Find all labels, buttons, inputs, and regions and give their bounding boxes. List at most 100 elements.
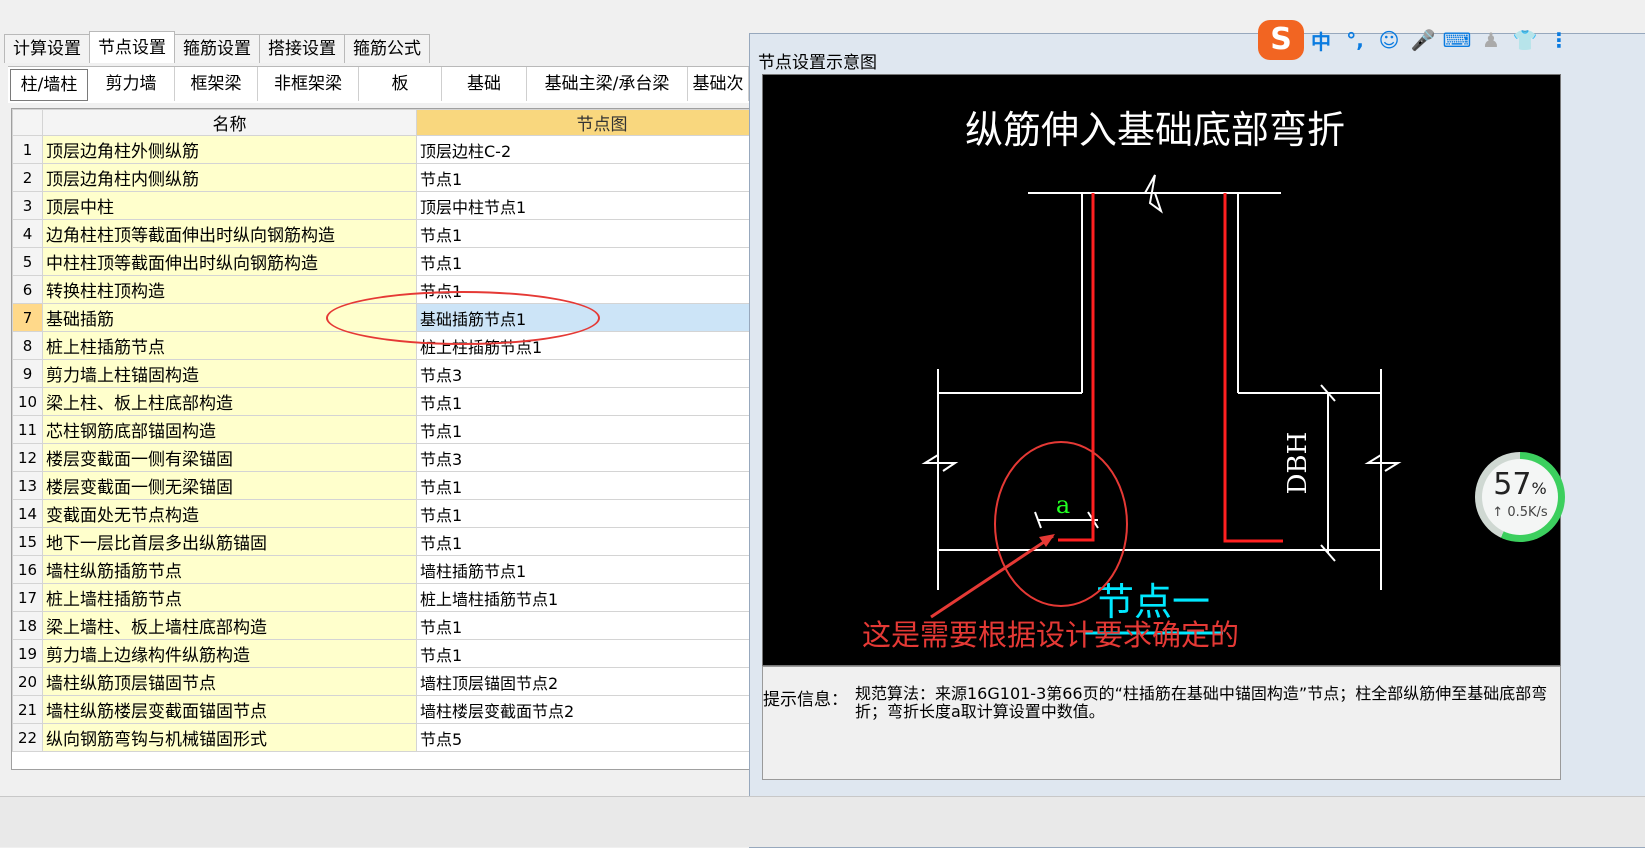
- row-number: 14: [12, 499, 43, 528]
- speed-percent: 57: [1493, 467, 1532, 502]
- table-row[interactable]: 16 墙柱纵筋插筋节点 墙柱插筋节点1: [12, 555, 787, 584]
- table-row[interactable]: 18 梁上墙柱、板上墙柱底部构造 节点1: [12, 611, 787, 640]
- row-node-cell[interactable]: 墙柱插筋节点1: [416, 555, 787, 584]
- row-name-cell: 转换柱柱顶构造: [42, 275, 417, 304]
- row-node-cell[interactable]: 节点1: [416, 611, 787, 640]
- table-row[interactable]: 9 剪力墙上柱锚固构造 节点3: [12, 359, 787, 388]
- row-node-cell[interactable]: 墙柱楼层变截面节点2: [416, 695, 787, 724]
- row-name-cell: 边角柱柱顶等截面伸出时纵向钢筋构造: [42, 219, 417, 248]
- row-node-cell[interactable]: 顶层边柱C-2: [416, 135, 787, 164]
- chinese-mode-icon[interactable]: 中: [1304, 26, 1338, 55]
- tab-slab[interactable]: 板: [359, 67, 442, 101]
- table-row[interactable]: 11 芯柱钢筋底部锚固构造 节点1: [12, 415, 787, 444]
- tab-calc-settings[interactable]: 计算设置: [4, 34, 90, 63]
- network-speed-widget[interactable]: 57% ↑ 0.5K/s: [1475, 452, 1565, 542]
- microphone-icon[interactable]: 🎤: [1406, 28, 1440, 52]
- tab-foundation-secondary[interactable]: 基础次: [688, 67, 749, 101]
- row-name-cell: 墙柱纵筋顶层锚固节点: [42, 667, 417, 696]
- row-node-cell[interactable]: 节点1: [416, 219, 787, 248]
- row-node-cell[interactable]: 节点3: [416, 359, 787, 388]
- hint-label: 提示信息：: [763, 690, 848, 710]
- row-number: 1: [12, 135, 43, 164]
- table-row[interactable]: 7 基础插筋 基础插筋节点1: [12, 303, 787, 332]
- punctuation-icon[interactable]: °,: [1338, 28, 1372, 52]
- row-number: 13: [12, 471, 43, 500]
- row-node-cell[interactable]: 节点5: [416, 723, 787, 752]
- table-row[interactable]: 20 墙柱纵筋顶层锚固节点 墙柱顶层锚固节点2: [12, 667, 787, 696]
- row-name-cell: 纵向钢筋弯钩与机械锚固形式: [42, 723, 417, 752]
- tab-foundation-main-beam[interactable]: 基础主梁/承台梁: [527, 67, 688, 101]
- tab-frame-beam[interactable]: 框架梁: [175, 67, 258, 101]
- row-node-cell[interactable]: 节点1: [416, 471, 787, 500]
- row-node-cell[interactable]: 节点1: [416, 247, 787, 276]
- row-name-cell: 剪力墙上边缘构件纵筋构造: [42, 639, 417, 668]
- tab-shear-wall[interactable]: 剪力墙: [88, 67, 175, 101]
- tab-lap-settings[interactable]: 搭接设置: [259, 34, 345, 63]
- keyboard-icon[interactable]: ⌨: [1440, 28, 1474, 52]
- row-name-cell: 墙柱纵筋插筋节点: [42, 555, 417, 584]
- table-row[interactable]: 12 楼层变截面一侧有梁锚固 节点3: [12, 443, 787, 472]
- row-node-cell[interactable]: 节点1: [416, 527, 787, 556]
- menu-icon[interactable]: ⋮: [1542, 28, 1576, 52]
- top-tab-bar: 计算设置 节点设置 箍筋设置 搭接设置 箍筋公式: [4, 31, 430, 64]
- table-row[interactable]: 22 纵向钢筋弯钩与机械锚固形式 节点5: [12, 723, 787, 752]
- row-number: 22: [12, 723, 43, 752]
- tab-column[interactable]: 柱/墙柱: [10, 69, 88, 101]
- table-row[interactable]: 17 桩上墙柱插筋节点 桩上墙柱插筋节点1: [12, 583, 787, 612]
- table-row[interactable]: 21 墙柱纵筋楼层变截面锚固节点 墙柱楼层变截面节点2: [12, 695, 787, 724]
- node-diagram-panel: 节点设置示意图 纵筋伸入基础底部弯折 DBH a 节点一 这是需要根据设计要求确…: [749, 33, 1645, 848]
- row-node-cell[interactable]: 顶层中柱节点1: [416, 191, 787, 220]
- row-node-cell[interactable]: 节点1: [416, 275, 787, 304]
- row-number: 2: [12, 163, 43, 192]
- row-number: 9: [12, 359, 43, 388]
- table-row[interactable]: 15 地下一层比首层多出纵筋锚固 节点1: [12, 527, 787, 556]
- tab-foundation[interactable]: 基础: [442, 67, 527, 101]
- table-row[interactable]: 4 边角柱柱顶等截面伸出时纵向钢筋构造 节点1: [12, 219, 787, 248]
- row-node-cell[interactable]: 节点1: [416, 163, 787, 192]
- row-node-cell[interactable]: 节点3: [416, 443, 787, 472]
- tab-nonframe-beam[interactable]: 非框架梁: [258, 67, 359, 101]
- row-number: 17: [12, 583, 43, 612]
- table-row[interactable]: 10 梁上柱、板上柱底部构造 节点1: [12, 387, 787, 416]
- sogou-logo-icon[interactable]: S: [1258, 20, 1304, 60]
- table-row[interactable]: 13 楼层变截面一侧无梁锚固 节点1: [12, 471, 787, 500]
- row-node-cell[interactable]: 桩上柱插筋节点1: [416, 331, 787, 360]
- a-label: a: [1056, 491, 1070, 519]
- row-node-cell[interactable]: 桩上墙柱插筋节点1: [416, 583, 787, 612]
- row-node-cell[interactable]: 节点1: [416, 415, 787, 444]
- row-number: 10: [12, 387, 43, 416]
- tab-stirrup-formula[interactable]: 箍筋公式: [344, 34, 430, 63]
- row-node-cell[interactable]: 节点1: [416, 639, 787, 668]
- row-number: 3: [12, 191, 43, 220]
- skin-shirt-icon[interactable]: 👕: [1508, 28, 1542, 52]
- row-name-cell: 地下一层比首层多出纵筋锚固: [42, 527, 417, 556]
- row-node-cell[interactable]: 基础插筋节点1: [416, 303, 787, 332]
- table-row[interactable]: 1 顶层边角柱外侧纵筋 顶层边柱C-2: [12, 135, 787, 164]
- row-name-cell: 顶层边角柱内侧纵筋: [42, 163, 417, 192]
- row-number: 12: [12, 443, 43, 472]
- speed-percent-unit: %: [1531, 479, 1547, 498]
- annotation-text: 这是需要根据设计要求确定的: [862, 618, 1239, 652]
- row-node-cell[interactable]: 节点1: [416, 499, 787, 528]
- table-row[interactable]: 2 顶层边角柱内侧纵筋 节点1: [12, 163, 787, 192]
- table-row[interactable]: 5 中柱柱顶等截面伸出时纵向钢筋构造 节点1: [12, 247, 787, 276]
- annotation-arrow: [930, 534, 1054, 619]
- column-header-node: 节点图: [416, 109, 787, 136]
- row-name-cell: 芯柱钢筋底部锚固构造: [42, 415, 417, 444]
- table-row[interactable]: 6 转换柱柱顶构造 节点1: [12, 275, 787, 304]
- emoji-icon[interactable]: ☺: [1372, 28, 1406, 52]
- table-row[interactable]: 19 剪力墙上边缘构件纵筋构造 节点1: [12, 639, 787, 668]
- tab-stirrup-settings[interactable]: 箍筋设置: [174, 34, 260, 63]
- user-icon[interactable]: ♟: [1474, 28, 1508, 52]
- diagram-title: 纵筋伸入基础底部弯折: [965, 108, 1345, 152]
- diagram-svg: 纵筋伸入基础底部弯折 DBH a 节点一 这是需要根据设计要求确定的: [862, 108, 1402, 652]
- row-number: 16: [12, 555, 43, 584]
- table-row[interactable]: 14 变截面处无节点构造 节点1: [12, 499, 787, 528]
- table-row[interactable]: 8 桩上柱插筋节点 桩上柱插筋节点1: [12, 331, 787, 360]
- bottom-bar: [0, 796, 1645, 847]
- tab-node-settings[interactable]: 节点设置: [89, 31, 175, 63]
- row-node-cell[interactable]: 墙柱顶层锚固节点2: [416, 667, 787, 696]
- dbh-label: DBH: [1283, 432, 1313, 495]
- table-row[interactable]: 3 顶层中柱 顶层中柱节点1: [12, 191, 787, 220]
- row-node-cell[interactable]: 节点1: [416, 387, 787, 416]
